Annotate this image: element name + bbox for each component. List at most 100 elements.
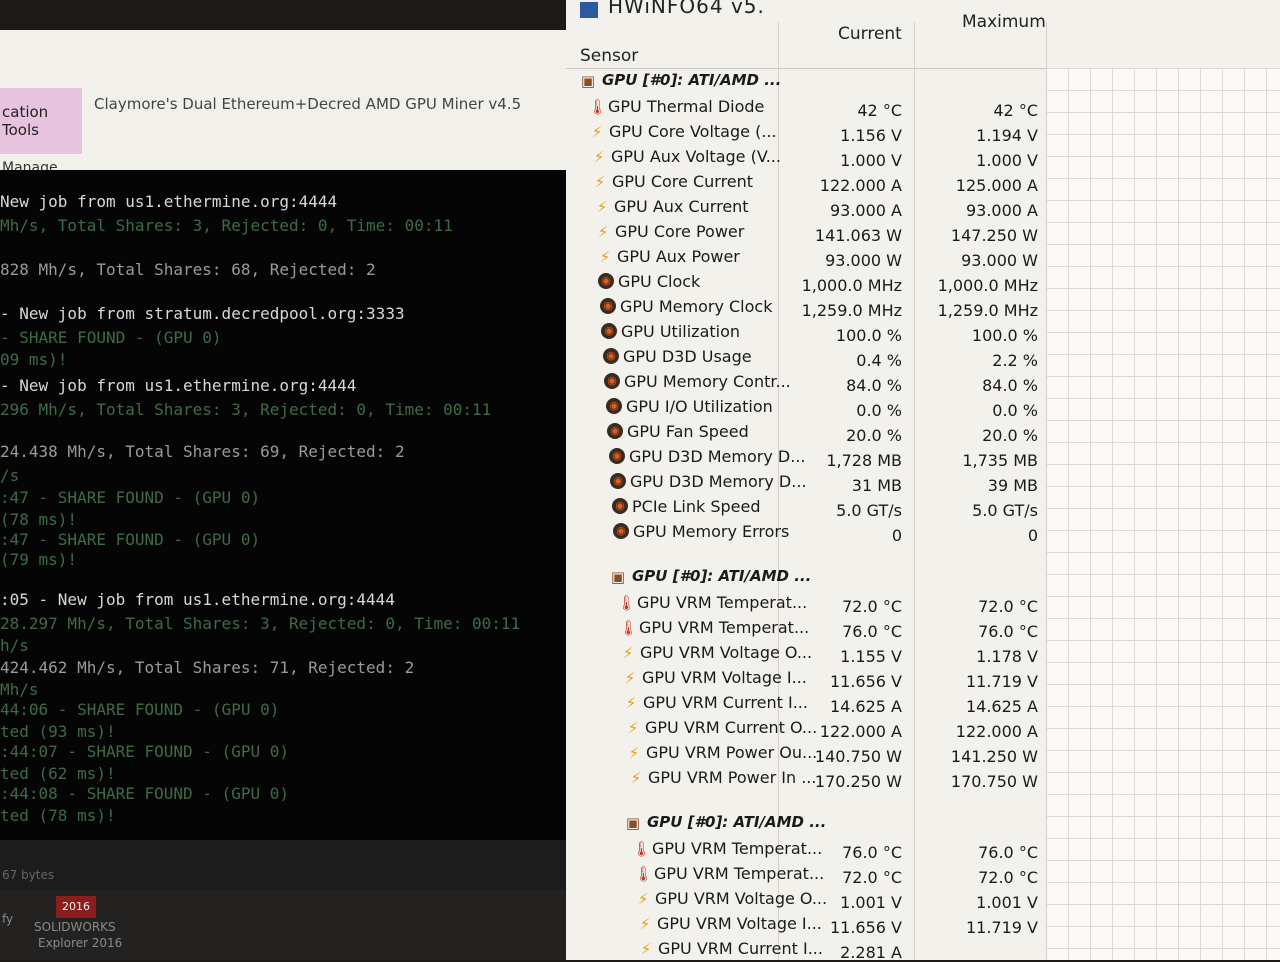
ribbon-tab-application-tools[interactable]: cation Tools — [0, 88, 82, 154]
sensor-current-value: 1.001 V — [840, 893, 902, 912]
explorer-window-title: Claymore's Dual Ethereum+Decred AMD GPU … — [94, 95, 522, 113]
lightning-bolt-icon: ⚡ — [640, 940, 652, 958]
thermometer-icon: 🌡 — [619, 619, 639, 637]
console-line: 424.462 Mh/s, Total Shares: 71, Rejected… — [0, 658, 415, 677]
console-line: - New job from us1.ethermine.org:4444 — [0, 376, 357, 395]
sensor-maximum-value: 11.719 V — [965, 918, 1038, 937]
sensor-row[interactable]: ⚡ GPU VRM Power In ... 170.250 W 170.750 W — [566, 767, 1046, 791]
sensor-current-value: 42 °C — [857, 101, 902, 120]
sensor-row[interactable]: ⚡ GPU Aux Voltage (V... 1.000 V 1.000 V — [566, 146, 1046, 170]
sensor-row[interactable]: ◉ GPU Utilization 100.0 % 100.0 % — [566, 321, 1046, 345]
sensor-maximum-value: 93.000 A — [965, 201, 1038, 220]
sensor-name: GPU Utilization — [621, 322, 741, 341]
console-line: :47 - SHARE FOUND - (GPU 0) — [0, 488, 261, 507]
sensor-maximum-value: 76.0 °C — [978, 622, 1038, 641]
sensor-current-value: 11.656 V — [829, 918, 902, 937]
lightning-bolt-icon: ⚡ — [593, 148, 605, 166]
console-line: - New job from stratum.decredpool.org:33… — [0, 304, 405, 323]
sensor-current-value: 122.000 A — [819, 722, 902, 741]
hwinfo-title: HWiNFO64 v5. — [608, 0, 765, 18]
sensor-maximum-value: 1.178 V — [976, 647, 1038, 666]
sensor-row[interactable]: ⚡ GPU Core Current 122.000 A 125.000 A — [566, 171, 1046, 195]
taskbar: fy 2016 SOLIDWORKS Explorer 2016 — [0, 890, 608, 960]
sensor-row[interactable]: ⚡ GPU Core Power 141.063 W 147.250 W — [566, 221, 1046, 245]
sensor-current-value: 72.0 °C — [842, 868, 902, 887]
sensor-current-value: 5.0 GT/s — [836, 501, 902, 520]
sensor-maximum-value: 1.000 V — [976, 151, 1038, 170]
miner-console[interactable]: New job from us1.ethermine.org:4444 Mh/s… — [0, 170, 608, 840]
sensor-row[interactable]: 🌡 GPU VRM Temperat... 72.0 °C 72.0 °C — [566, 863, 1046, 887]
sensor-current-value: 76.0 °C — [842, 843, 902, 862]
sensor-current-value: 31 MB — [851, 476, 902, 495]
sensor-maximum-value: 39 MB — [987, 476, 1038, 495]
solidworks-label[interactable]: SOLIDWORKS — [34, 920, 116, 934]
solidworks-icon[interactable]: 2016 — [56, 896, 96, 918]
console-line: :44:08 - SHARE FOUND - (GPU 0) — [0, 784, 289, 803]
sensor-maximum-value: 72.0 °C — [978, 868, 1038, 887]
sensor-maximum-value: 5.0 GT/s — [972, 501, 1038, 520]
sensor-row[interactable]: 🌡 GPU Thermal Diode 42 °C 42 °C — [566, 96, 1046, 120]
sensor-row[interactable]: ◉ GPU I/O Utilization 0.0 % 0.0 % — [566, 396, 1046, 420]
sensor-row[interactable]: ◉ GPU D3D Memory D... 31 MB 39 MB — [566, 471, 1046, 495]
sensor-name: GPU Core Current — [612, 172, 754, 191]
sensor-row[interactable]: ⚡ GPU Core Voltage (... 1.156 V 1.194 V — [566, 121, 1046, 145]
sensor-group-row[interactable]: ▣ GPU [#0]: ATI/AMD ... — [566, 566, 1046, 590]
lightning-bolt-icon: ⚡ — [597, 223, 609, 241]
console-line: :47 - SHARE FOUND - (GPU 0) — [0, 530, 261, 549]
sensor-row[interactable]: ◉ GPU Memory Clock 1,259.0 MHz 1,259.0 MHz — [566, 296, 1046, 320]
hwinfo-logo-icon — [580, 2, 598, 18]
sensor-row[interactable]: ⚡ GPU VRM Voltage I... 11.656 V 11.719 V — [566, 913, 1046, 937]
sensor-group-row[interactable]: ▣ GPU [#0]: ATI/AMD ... — [566, 812, 1046, 836]
thermometer-icon: 🌡 — [588, 98, 608, 116]
sensor-maximum-value: 125.000 A — [955, 176, 1038, 195]
sensor-row[interactable]: ⚡ GPU Aux Power 93.000 W 93.000 W — [566, 246, 1046, 270]
header-maximum[interactable]: Maximum — [962, 12, 1046, 32]
sensor-maximum-value: 1,735 MB — [962, 451, 1038, 470]
sensor-row[interactable]: ◉ PCIe Link Speed 5.0 GT/s 5.0 GT/s — [566, 496, 1046, 520]
sensor-maximum-value: 72.0 °C — [978, 597, 1038, 616]
header-sensor[interactable]: Sensor — [580, 46, 638, 66]
sensor-row[interactable]: ⚡ GPU VRM Current I... 14.625 A 14.625 A — [566, 692, 1046, 716]
sensor-row[interactable]: 🌡 GPU VRM Temperat... 76.0 °C 76.0 °C — [566, 617, 1046, 641]
console-line: /s — [0, 466, 20, 485]
sensor-row[interactable]: ⚡ GPU VRM Voltage O... 1.001 V 1.001 V — [566, 888, 1046, 912]
console-line: ted (62 ms)! — [0, 764, 116, 783]
sensor-maximum-value: 76.0 °C — [978, 843, 1038, 862]
lightning-bolt-icon: ⚡ — [627, 719, 639, 737]
sensor-name: GPU I/O Utilization — [626, 397, 773, 416]
sensor-current-value: 72.0 °C — [842, 597, 902, 616]
sensor-name: GPU Fan Speed — [627, 422, 749, 441]
console-line: - SHARE FOUND - (GPU 0) — [0, 328, 222, 347]
sensor-current-value: 141.063 W — [814, 226, 902, 245]
sensor-maximum-value: 0.0 % — [992, 401, 1038, 420]
sensor-row[interactable]: 🌡 GPU VRM Temperat... 76.0 °C 76.0 °C — [566, 838, 1046, 862]
sensor-row[interactable]: ◉ GPU D3D Memory D... 1,728 MB 1,735 MB — [566, 446, 1046, 470]
status-bar-size: 67 bytes — [2, 868, 55, 882]
sensor-current-value: 2.281 A — [840, 943, 902, 962]
lightning-bolt-icon: ⚡ — [599, 248, 611, 266]
sensor-row[interactable]: ⚡ GPU VRM Voltage I... 11.656 V 11.719 V — [566, 667, 1046, 691]
sensor-row[interactable]: ◉ GPU Memory Errors 0 0 — [566, 521, 1046, 545]
sensor-row[interactable]: ⚡ GPU Aux Current 93.000 A 93.000 A — [566, 196, 1046, 220]
sensor-row[interactable]: ◉ GPU Memory Contr... 84.0 % 84.0 % — [566, 371, 1046, 395]
sensor-row[interactable]: ◉ GPU D3D Usage 0.4 % 2.2 % — [566, 346, 1046, 370]
sensor-current-value: 100.0 % — [835, 326, 902, 345]
header-current[interactable]: Current — [838, 24, 902, 44]
sensor-row[interactable]: 🌡 GPU VRM Temperat... 72.0 °C 72.0 °C — [566, 592, 1046, 616]
sensor-row[interactable]: ◉ GPU Clock 1,000.0 MHz 1,000.0 MHz — [566, 271, 1046, 295]
sensor-row[interactable]: ◉ GPU Fan Speed 20.0 % 20.0 % — [566, 421, 1046, 445]
sensor-maximum-value: 11.719 V — [965, 672, 1038, 691]
sensor-row[interactable]: ⚡ GPU VRM Current O... 122.000 A 122.000 A — [566, 717, 1046, 741]
sensor-group-row[interactable]: ▣ GPU [#0]: ATI/AMD ... — [566, 70, 1046, 94]
sensor-row[interactable]: ⚡ GPU VRM Voltage O... 1.155 V 1.178 V — [566, 642, 1046, 666]
sensor-row[interactable]: ⚡ GPU VRM Power Ou... 140.750 W 141.250 W — [566, 742, 1046, 766]
sensor-current-value: 1.000 V — [840, 151, 902, 170]
sensor-row[interactable]: ⚡ GPU VRM Current I... 2.281 A — [566, 938, 1046, 962]
console-line: :05 - New job from us1.ethermine.org:444… — [0, 590, 395, 609]
console-line: 44:06 - SHARE FOUND - (GPU 0) — [0, 700, 280, 719]
gauge-icon: ◉ — [604, 373, 620, 389]
sensor-maximum-value: 1,259.0 MHz — [937, 301, 1038, 320]
explorer-2016-label[interactable]: Explorer 2016 — [38, 936, 122, 950]
sensor-current-value: 14.625 A — [829, 697, 902, 716]
hwinfo-titlebar[interactable]: HWiNFO64 v5. — [566, 0, 1280, 22]
